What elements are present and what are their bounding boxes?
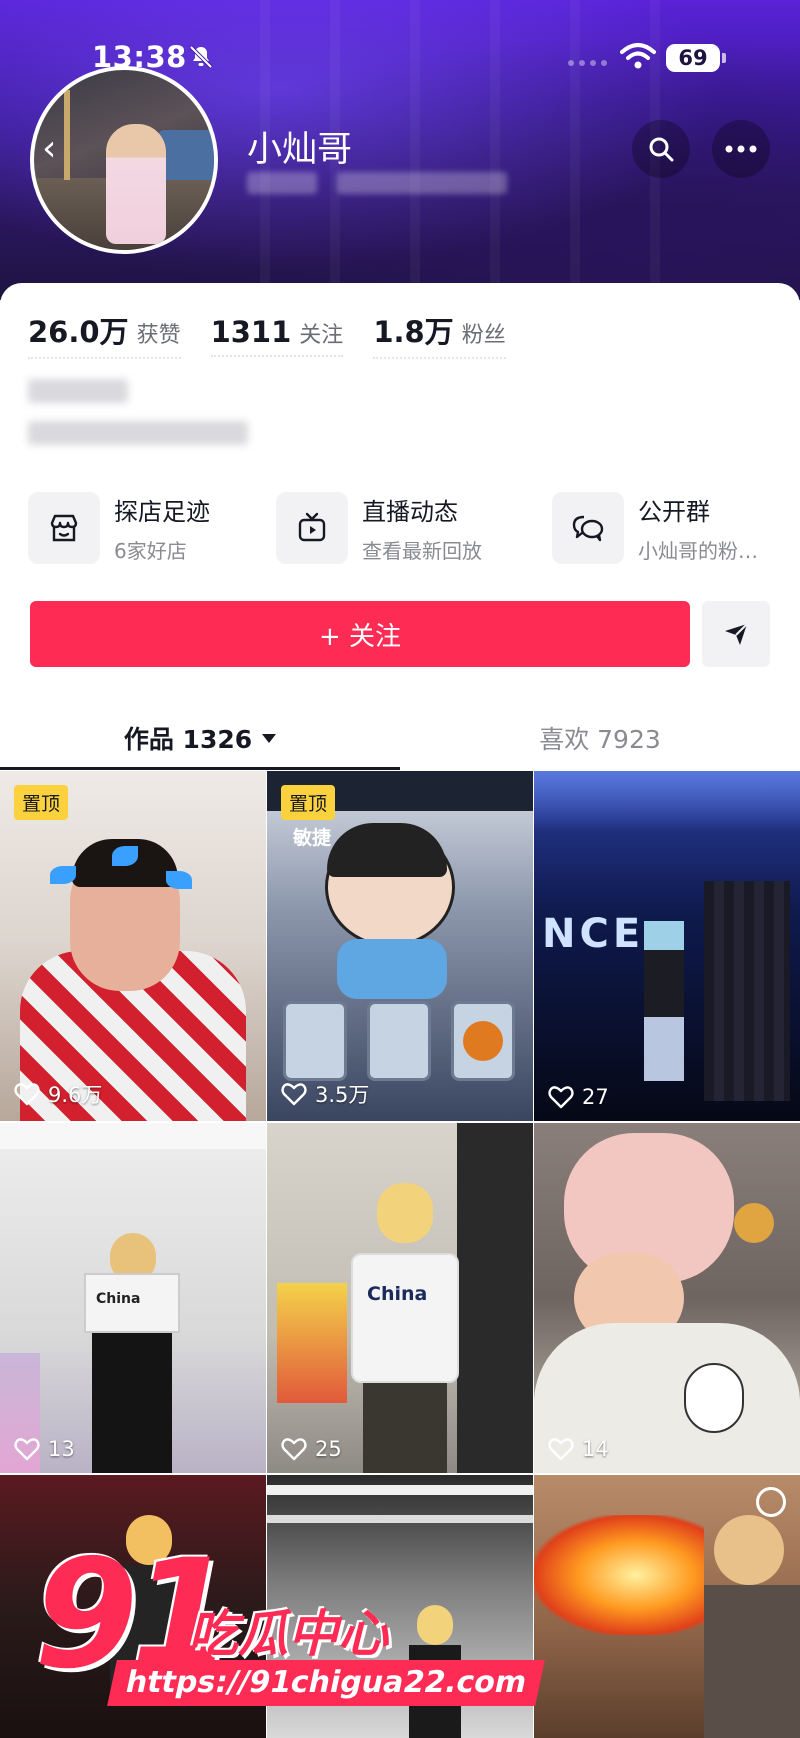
avatar-van bbox=[158, 130, 214, 180]
feature-title: 探店足迹 bbox=[114, 498, 210, 526]
like-count-text: 3.5万 bbox=[315, 1083, 370, 1107]
video-like-count: 9.6万 bbox=[14, 1079, 102, 1109]
pinned-badge: 置顶 bbox=[281, 785, 336, 820]
battery-tip bbox=[722, 53, 726, 63]
video-thumbnail[interactable]: China 25 bbox=[267, 1123, 533, 1473]
video-like-count: 3.5万 bbox=[281, 1079, 369, 1109]
stat-label: 获赞 bbox=[136, 323, 181, 348]
chat-group-icon bbox=[552, 492, 624, 564]
feature-store-visits[interactable]: 探店足迹 6家好店 bbox=[28, 491, 210, 565]
feature-public-group[interactable]: 公开群 小灿哥的粉… bbox=[552, 491, 758, 565]
heart-icon bbox=[548, 1438, 574, 1461]
video-like-count: 27 bbox=[548, 1085, 609, 1109]
video-like-count: 14 bbox=[548, 1437, 609, 1461]
heart-icon bbox=[548, 1086, 574, 1109]
stat-value: 1311 bbox=[210, 315, 292, 349]
stat-followers[interactable]: 1.8万 粉丝 bbox=[373, 309, 506, 359]
video-thumbnail[interactable]: China 13 bbox=[0, 1123, 266, 1473]
sticker-text: 敏捷 bbox=[293, 827, 332, 849]
follow-button[interactable]: + 关注 bbox=[30, 601, 690, 667]
feature-title: 直播动态 bbox=[362, 498, 458, 526]
profile-header-background: 13:38 69 ‹ 小灿哥 bbox=[0, 0, 800, 300]
tv-icon bbox=[276, 492, 348, 564]
profile-name: 小灿哥 bbox=[247, 130, 353, 170]
store-icon bbox=[28, 492, 100, 564]
feature-live-updates[interactable]: 直播动态 查看最新回放 bbox=[276, 491, 482, 565]
video-thumbnail[interactable] bbox=[534, 1475, 800, 1738]
tab-works-label: 作品 1326 bbox=[123, 725, 253, 754]
like-count-text: 27 bbox=[582, 1085, 609, 1109]
heart-icon bbox=[14, 1083, 40, 1106]
video-thumbnail[interactable]: 敏捷 置顶 3.5万 bbox=[267, 771, 533, 1121]
wifi-icon bbox=[620, 43, 656, 69]
blurred-bio-line-1 bbox=[28, 379, 128, 403]
stat-value: 26.0万 bbox=[28, 315, 129, 349]
blurred-bio-line-2 bbox=[28, 421, 248, 445]
back-chevron-icon[interactable]: ‹ bbox=[42, 131, 72, 167]
active-tab-indicator bbox=[0, 767, 400, 770]
video-like-count: 25 bbox=[281, 1437, 342, 1461]
watermark-url: https://91chigua22.com bbox=[107, 1660, 546, 1706]
profile-stats: 26.0万 获赞 1311 关注 1.8万 粉丝 bbox=[28, 309, 536, 359]
stat-label: 粉丝 bbox=[461, 323, 506, 348]
cellular-signal-icon bbox=[568, 60, 607, 66]
shirt-text: China bbox=[96, 1291, 141, 1307]
tab-works[interactable]: 作品 1326 bbox=[0, 703, 400, 773]
watermark-logo-name: 吃瓜中心 bbox=[188, 1605, 388, 1663]
feature-shortcuts: 探店足迹 6家好店 直播动态 查看最新回放 公开群 小灿哥的粉… bbox=[28, 491, 778, 565]
more-options-button[interactable] bbox=[712, 120, 770, 178]
feature-title: 公开群 bbox=[638, 498, 710, 526]
tab-likes[interactable]: 喜欢 7923 bbox=[400, 703, 800, 773]
pinned-badge: 置顶 bbox=[14, 785, 69, 820]
feature-subtitle: 查看最新回放 bbox=[362, 539, 482, 563]
shirt-text-2: China bbox=[367, 1283, 428, 1305]
like-count-text: 14 bbox=[582, 1437, 609, 1461]
heart-icon bbox=[281, 1083, 307, 1106]
like-count-text: 25 bbox=[315, 1437, 342, 1461]
stat-likes-received[interactable]: 26.0万 获赞 bbox=[28, 309, 181, 359]
dropdown-caret-icon bbox=[262, 733, 277, 743]
video-thumbnail[interactable]: 14 bbox=[534, 1123, 800, 1473]
blurred-account-id-2 bbox=[337, 172, 507, 194]
battery-level: 69 bbox=[666, 44, 720, 72]
stat-following[interactable]: 1311 关注 bbox=[210, 315, 344, 357]
live-ring-icon bbox=[756, 1487, 786, 1517]
feature-subtitle: 小灿哥的粉… bbox=[638, 539, 758, 563]
search-icon bbox=[649, 137, 674, 162]
search-button[interactable] bbox=[632, 120, 690, 178]
like-count-text: 13 bbox=[48, 1437, 75, 1461]
heart-icon bbox=[14, 1438, 40, 1461]
like-count-text: 9.6万 bbox=[48, 1083, 103, 1107]
video-like-count: 13 bbox=[14, 1437, 75, 1461]
video-thumbnail[interactable]: NCE 27 bbox=[534, 771, 800, 1121]
blurred-account-id bbox=[247, 172, 317, 194]
more-dots-icon bbox=[725, 145, 757, 153]
send-message-button[interactable] bbox=[702, 601, 770, 667]
video-thumbnail[interactable]: 置顶 9.6万 bbox=[0, 771, 266, 1121]
avatar-person bbox=[106, 124, 166, 244]
heart-icon bbox=[281, 1438, 307, 1461]
dance-studio-sign: NCE bbox=[542, 911, 645, 957]
stat-label: 关注 bbox=[299, 323, 344, 348]
send-arrow-icon bbox=[725, 623, 748, 645]
feature-subtitle: 6家好店 bbox=[114, 539, 187, 563]
stat-value: 1.8万 bbox=[373, 315, 454, 349]
content-tabs: 作品 1326 喜欢 7923 bbox=[0, 703, 800, 773]
muted-bell-icon bbox=[189, 45, 213, 69]
